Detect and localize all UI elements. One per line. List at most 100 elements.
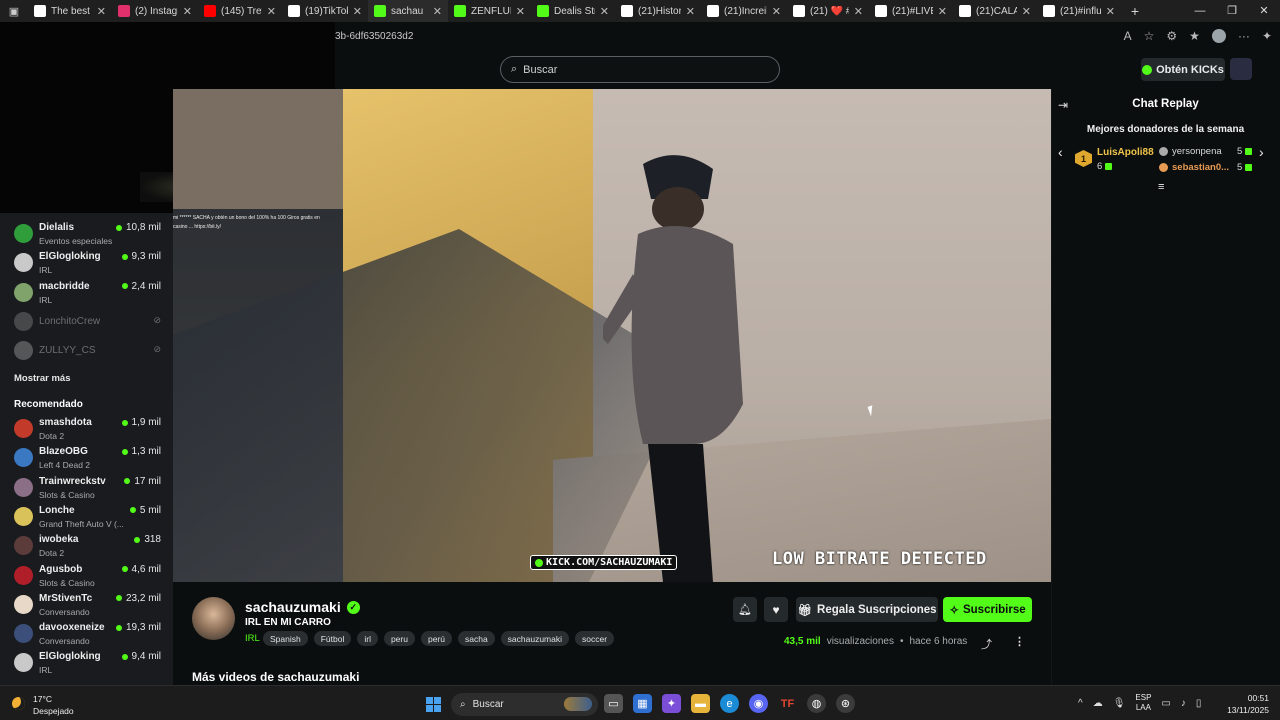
video-player[interactable]: mi ****** SACHA y obtén un bono del 100%… bbox=[173, 89, 1051, 582]
network-icon[interactable]: ▭ bbox=[1161, 698, 1170, 709]
filter-icon[interactable]: ≡ bbox=[1158, 181, 1164, 193]
microphone-icon[interactable]: 🎙︎ bbox=[1113, 698, 1126, 709]
tab-close-icon[interactable]: ✕ bbox=[600, 5, 609, 18]
volume-icon[interactable]: ♪ bbox=[1181, 698, 1186, 709]
tab-close-icon[interactable]: ✕ bbox=[97, 5, 106, 18]
store-icon[interactable]: ▦ bbox=[633, 694, 652, 713]
sidebar-channel-item[interactable]: smashdota Dota 2 1,9 mil bbox=[0, 414, 173, 443]
maximize-icon[interactable]: ❐ bbox=[1216, 0, 1248, 22]
stream-tag[interactable]: peru bbox=[383, 631, 415, 646]
tab-close-icon[interactable]: ✕ bbox=[433, 5, 442, 18]
clock[interactable]: 00:51 13/11/2025 bbox=[1222, 692, 1269, 716]
stream-tag[interactable]: sachauzumaki bbox=[500, 631, 570, 646]
stream-category[interactable]: IRL bbox=[245, 633, 260, 644]
stream-tag[interactable]: perú bbox=[420, 631, 452, 646]
stream-tag[interactable]: sacha bbox=[457, 631, 495, 646]
more-options-icon[interactable]: ⋮ bbox=[1014, 635, 1025, 648]
share-icon[interactable]: ⤴ bbox=[981, 636, 992, 652]
browser-tab[interactable]: (21)CALAVE ✕ bbox=[953, 0, 1037, 22]
browser-tab[interactable]: ZENFLUENC ✕ bbox=[448, 0, 531, 22]
tab-close-icon[interactable]: ✕ bbox=[516, 5, 525, 18]
show-more-link[interactable]: Mostrar más bbox=[14, 373, 71, 384]
tab-close-icon[interactable]: ✕ bbox=[1106, 5, 1115, 18]
notification-bell-button[interactable]: 🔔︎ bbox=[733, 597, 757, 622]
tab-close-icon[interactable]: ✕ bbox=[686, 5, 695, 18]
tab-close-icon[interactable]: ✕ bbox=[1022, 5, 1031, 18]
taskbar-search[interactable]: ⌕ Buscar bbox=[451, 693, 598, 716]
channel-name[interactable]: sachauzumaki bbox=[245, 599, 341, 615]
search-input[interactable]: ⌕ Buscar bbox=[500, 56, 780, 83]
weather-widget[interactable]: 17°C Despejado bbox=[33, 693, 74, 717]
sidebar-channel-item[interactable]: macbridde IRL 2,4 mil bbox=[0, 278, 173, 307]
user-avatar[interactable] bbox=[1230, 58, 1252, 80]
browser-tab[interactable]: (19)TikTok - ✕ bbox=[282, 0, 368, 22]
app-icon[interactable]: ⊛ bbox=[836, 694, 855, 713]
stream-tag[interactable]: Fútbol bbox=[313, 631, 352, 646]
browser-tab[interactable]: The best Ch ✕ bbox=[28, 0, 112, 22]
language-indicator[interactable]: ESP LAA bbox=[1135, 693, 1151, 713]
battery-icon[interactable]: ▯ bbox=[1196, 698, 1202, 709]
browser-tab[interactable]: sachau ✕ bbox=[368, 0, 448, 22]
stream-tag[interactable]: Spanish bbox=[263, 631, 308, 646]
close-icon[interactable]: ✕ bbox=[1248, 0, 1280, 22]
sidebar-channel-item[interactable]: Dielalis Eventos especiales 10,8 mil bbox=[0, 219, 173, 248]
subscribe-button[interactable]: ✧ Suscribirse bbox=[943, 597, 1032, 622]
tab-actions-icon[interactable]: ▣ bbox=[0, 0, 28, 22]
url-text[interactable]: 3b-6df6350263d2 bbox=[335, 31, 413, 42]
weather-moon-icon[interactable] bbox=[12, 697, 25, 710]
copilot-icon[interactable]: ✦ bbox=[1262, 29, 1272, 43]
sidebar-channel-item[interactable]: davooxeneize Conversando 19,3 mil bbox=[0, 619, 173, 648]
sidebar-channel-item[interactable]: LonchitoCrew ⊘ bbox=[0, 307, 173, 336]
task-view-icon[interactable]: ▭ bbox=[604, 694, 623, 713]
tab-close-icon[interactable]: ✕ bbox=[938, 5, 947, 18]
tab-close-icon[interactable]: ✕ bbox=[353, 5, 362, 18]
browser-tab[interactable]: (2) Instagram ✕ bbox=[112, 0, 198, 22]
tab-close-icon[interactable]: ✕ bbox=[854, 5, 863, 18]
app-icon[interactable]: ◍ bbox=[807, 694, 826, 713]
chevron-right-icon[interactable]: › bbox=[1259, 144, 1264, 160]
extensions-icon[interactable]: ⚙ bbox=[1166, 29, 1177, 43]
browser-tab[interactable]: (21) ❤️ #mil ✕ bbox=[787, 0, 869, 22]
tab-close-icon[interactable]: ✕ bbox=[267, 5, 276, 18]
favorites-icon[interactable]: ★ bbox=[1189, 29, 1200, 43]
get-kicks-button[interactable]: Obtén KICKs bbox=[1141, 58, 1225, 81]
sidebar-channel-item[interactable]: Agusbob Slots & Casino 4,6 mil bbox=[0, 561, 173, 590]
stream-tag[interactable]: irl bbox=[357, 631, 378, 646]
gift-subs-button[interactable]: 🎁︎ Regala Suscripciones bbox=[796, 597, 938, 622]
donor-row[interactable]: yersonpena bbox=[1159, 146, 1222, 157]
browser-tab[interactable]: Dealis Strea ✕ bbox=[531, 0, 615, 22]
top-donor-name[interactable]: LuisApoli88 bbox=[1097, 147, 1154, 158]
discord-icon[interactable]: ◉ bbox=[749, 694, 768, 713]
chevron-left-icon[interactable]: ‹ bbox=[1058, 144, 1063, 160]
sidebar-channel-item[interactable]: ElGlogloking IRL 9,3 mil bbox=[0, 248, 173, 277]
channel-avatar[interactable] bbox=[192, 597, 235, 640]
tab-close-icon[interactable]: ✕ bbox=[772, 5, 781, 18]
browser-tab[interactable]: (21)#influen ✕ bbox=[1037, 0, 1121, 22]
sidebar-channel-item[interactable]: ZULLYY_CS ⊘ bbox=[0, 336, 173, 365]
edge-icon[interactable]: e bbox=[720, 694, 739, 713]
windows-start-icon[interactable] bbox=[426, 697, 441, 712]
sidebar-channel-item[interactable]: ElGlogloking IRL 9,4 mil bbox=[0, 648, 173, 677]
browser-tab[interactable]: (21)Historia ✕ bbox=[615, 0, 701, 22]
tf-app-icon[interactable]: TF bbox=[778, 694, 797, 713]
tab-close-icon[interactable]: ✕ bbox=[183, 5, 192, 18]
file-explorer-icon[interactable]: ▬ bbox=[691, 694, 710, 713]
read-aloud-icon[interactable]: A bbox=[1124, 29, 1132, 43]
copilot-app-icon[interactable]: ✦ bbox=[662, 694, 681, 713]
sidebar-channel-item[interactable]: Lonche Grand Theft Auto V (... 5 mil bbox=[0, 502, 173, 531]
browser-tab[interactable]: (21)Increible ✕ bbox=[701, 0, 787, 22]
sidebar-channel-item[interactable]: Trainwreckstv Slots & Casino 17 mil bbox=[0, 473, 173, 502]
browser-tab[interactable]: (21)#LIVEInc ✕ bbox=[869, 0, 953, 22]
donor-row[interactable]: sebastian0... bbox=[1159, 162, 1229, 173]
favorite-star-icon[interactable]: ☆ bbox=[1144, 29, 1155, 43]
address-bar[interactable]: 3b-6df6350263d2 A ☆ ⚙ ★ ··· ✦ bbox=[335, 25, 1280, 47]
stream-tag[interactable]: soccer bbox=[575, 631, 615, 646]
new-tab-button[interactable]: + bbox=[1121, 0, 1149, 22]
sidebar-channel-item[interactable]: iwobeka Dota 2 318 bbox=[0, 531, 173, 560]
onedrive-icon[interactable]: ☁ bbox=[1093, 698, 1103, 709]
follow-heart-button[interactable]: ♥ bbox=[764, 597, 788, 622]
sidebar-channel-item[interactable]: BlazeOBG Left 4 Dead 2 1,3 mil bbox=[0, 443, 173, 472]
browser-tab[interactable]: (145) Trevor ✕ bbox=[198, 0, 282, 22]
collapse-chat-icon[interactable]: ⇥ bbox=[1058, 98, 1068, 112]
minimize-icon[interactable]: — bbox=[1184, 0, 1216, 22]
